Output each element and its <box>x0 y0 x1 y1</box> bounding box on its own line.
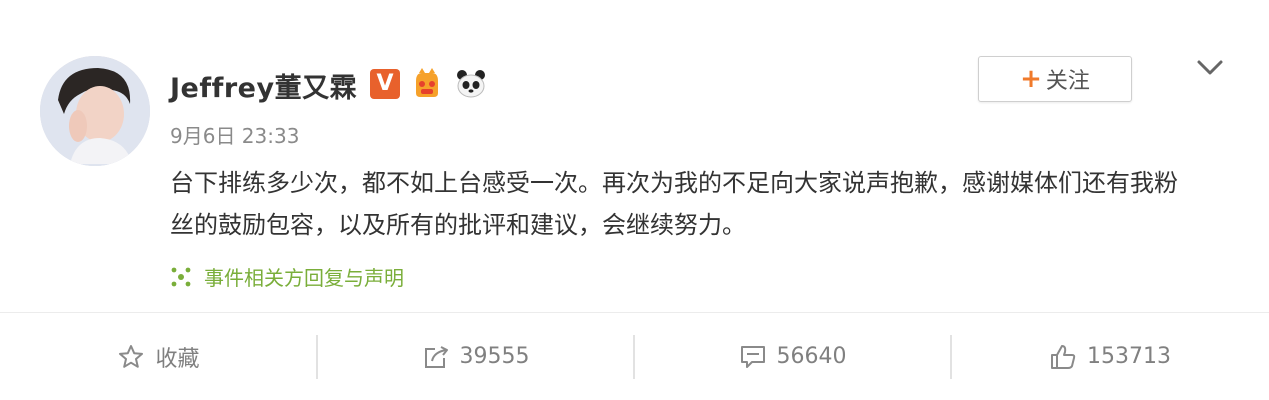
topic-link-label: 事件相关方回复与声明 <box>204 266 404 290</box>
comment-button[interactable]: 56640 <box>634 313 951 400</box>
weibo-post-card: Jeffrey董又霖 V 9月6日 23:33 台下排练多少次，都不如上台感受一… <box>0 0 1269 400</box>
like-count: 153713 <box>1087 344 1171 369</box>
star-icon <box>119 344 144 368</box>
chevron-down-icon[interactable] <box>1195 56 1225 80</box>
avatar-photo <box>40 56 150 166</box>
like-button[interactable]: 153713 <box>951 313 1269 400</box>
favorite-button[interactable]: 收藏 <box>0 313 317 400</box>
thumbs-up-icon <box>1051 344 1076 369</box>
post-content: 台下排练多少次，都不如上台感受一次。再次为我的不足向大家说声抱歉，感谢媒体们还有… <box>170 169 1178 239</box>
comment-count: 56640 <box>776 344 847 369</box>
avatar[interactable] <box>40 56 150 166</box>
action-bar: 收藏 39555 56640 153713 <box>0 313 1269 400</box>
forward-button[interactable]: 39555 <box>317 313 634 400</box>
post-timestamp[interactable]: 9月6日 23:33 <box>170 120 299 149</box>
user-badges: V <box>370 67 488 101</box>
follow-button-label: 关注 <box>1045 69 1090 94</box>
fan-badge-icon[interactable] <box>410 67 444 101</box>
comment-icon <box>740 345 765 368</box>
username[interactable]: Jeffrey董又霖 <box>170 66 357 105</box>
follow-button[interactable]: + 关注 <box>978 56 1132 102</box>
follow-plus-icon: + <box>1020 64 1042 94</box>
favorite-label: 收藏 <box>155 346 200 372</box>
forward-count: 39555 <box>459 344 530 369</box>
topic-icon <box>171 267 191 286</box>
topic-link[interactable]: 事件相关方回复与声明 <box>168 262 404 291</box>
verified-badge-icon[interactable]: V <box>370 69 400 99</box>
panda-badge-icon[interactable] <box>454 67 488 101</box>
share-icon <box>424 345 448 368</box>
